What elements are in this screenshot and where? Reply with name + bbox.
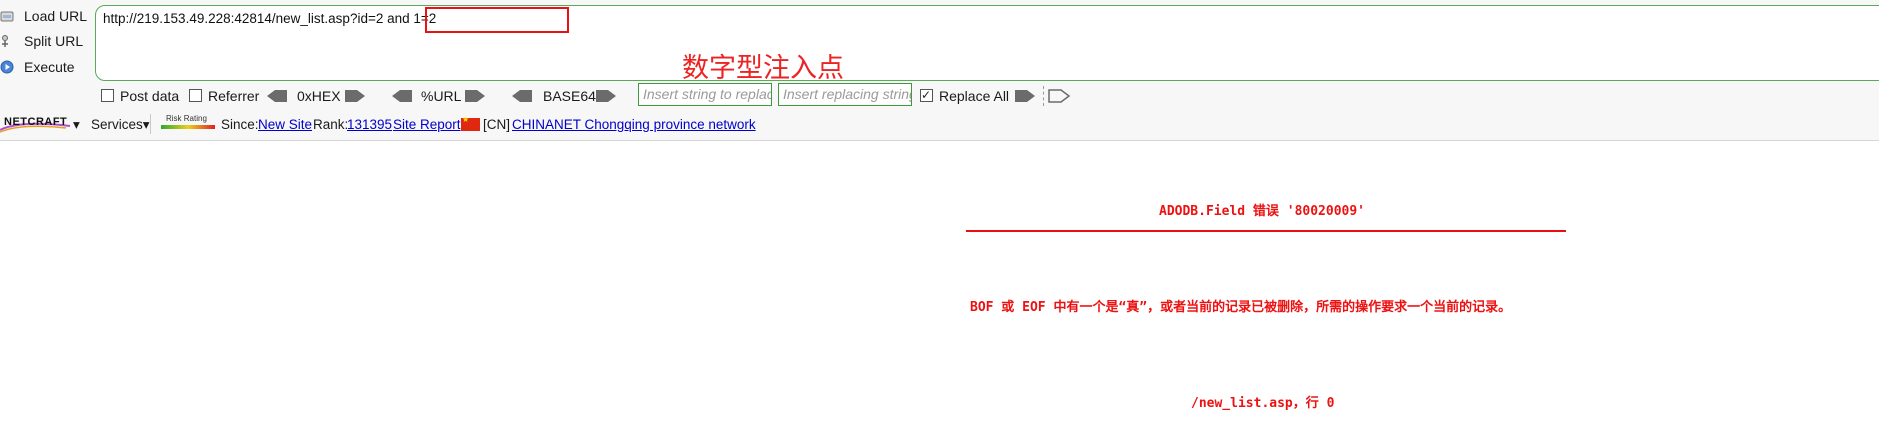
country-code: [CN] (483, 117, 510, 132)
load-url-label: Load URL (24, 8, 88, 24)
services-label: Services (91, 117, 143, 132)
services-menu[interactable]: Services▾ (91, 117, 150, 133)
url-decode-arrow-icon[interactable] (390, 89, 414, 103)
error-title: ADODB.Field 错误 '80020009' (1159, 204, 1366, 219)
replace-with-input[interactable]: Insert replacing string (778, 83, 912, 106)
split-url-icon (2, 35, 8, 47)
rank-value-link[interactable]: 131395 (347, 117, 392, 133)
error-divider (966, 230, 1566, 232)
site-report-link[interactable]: Site Report (393, 117, 461, 133)
netcraft-menu-caret[interactable]: ▾ (73, 117, 80, 133)
referrer-check-icon[interactable] (189, 89, 202, 102)
hex-label: 0xHEX (297, 88, 341, 104)
execute-label: Execute (24, 59, 75, 75)
hex-encode-arrow-icon[interactable] (343, 89, 367, 103)
error-message: BOF 或 EOF 中有一个是“真”，或者当前的记录已被删除，所需的操作要求一个… (970, 300, 1512, 315)
post-data-label: Post data (120, 88, 180, 104)
network-link[interactable]: CHINANET Chongqing province network (512, 117, 756, 133)
referrer-label: Referrer (208, 88, 260, 104)
replace-left-arrow-icon[interactable] (1013, 89, 1037, 103)
execute-icon (0, 60, 14, 74)
risk-rating-bar (161, 125, 215, 129)
post-data-checkbox[interactable]: Post data (101, 87, 181, 105)
base64-decode-arrow-icon[interactable] (510, 89, 534, 103)
rank-label: Rank: (313, 117, 349, 132)
base64-encode-arrow-icon[interactable] (594, 89, 618, 103)
netcraft-divider (150, 114, 151, 134)
post-data-check-icon[interactable] (101, 89, 114, 102)
load-url-button[interactable]: Load URL (0, 5, 92, 27)
url-encode-label: %URL (421, 88, 462, 104)
base64-label: BASE64 (543, 88, 596, 104)
china-flag-icon: ★ (461, 115, 480, 131)
injection-highlight-box (425, 7, 569, 33)
execute-button[interactable]: Execute (0, 56, 92, 78)
hackbar-toolbar: Load URL Split URL Execute http://219.15… (0, 0, 1879, 141)
replace-find-input[interactable]: Insert string to replace (638, 83, 772, 106)
injection-annotation: 数字型注入点 (682, 53, 844, 84)
replace-all-check-icon[interactable] (920, 86, 933, 104)
load-url-icon (0, 11, 14, 22)
risk-rating-label: Risk Rating (166, 114, 207, 123)
url-input[interactable]: http://219.153.49.228:42814/new_list.asp… (95, 5, 1879, 84)
since-label: Since: (221, 117, 259, 132)
split-url-button[interactable]: Split URL (0, 30, 92, 52)
replace-all-label: Replace All (939, 88, 1010, 104)
replace-right-arrow-icon[interactable] (1047, 89, 1071, 103)
error-location: /new_list.asp，行 0 (1191, 396, 1335, 411)
url-encode-arrow-icon[interactable] (463, 89, 487, 103)
netcraft-logo[interactable]: NETCRAFT (0, 114, 72, 134)
since-value-link[interactable]: New Site (258, 117, 312, 133)
risk-rating-meter[interactable]: Risk Rating (161, 114, 215, 134)
toolbar-divider (1043, 86, 1045, 106)
referrer-checkbox[interactable]: Referrer (189, 87, 259, 105)
services-caret-icon: ▾ (142, 117, 150, 132)
split-url-label: Split URL (24, 33, 84, 49)
replace-all-checkbox[interactable]: Replace All (920, 86, 1015, 105)
hex-decode-arrow-icon[interactable] (265, 89, 289, 103)
netcraft-logo-text: NETCRAFT (4, 116, 68, 128)
url-value[interactable]: http://219.153.49.228:42814/new_list.asp… (103, 11, 436, 26)
